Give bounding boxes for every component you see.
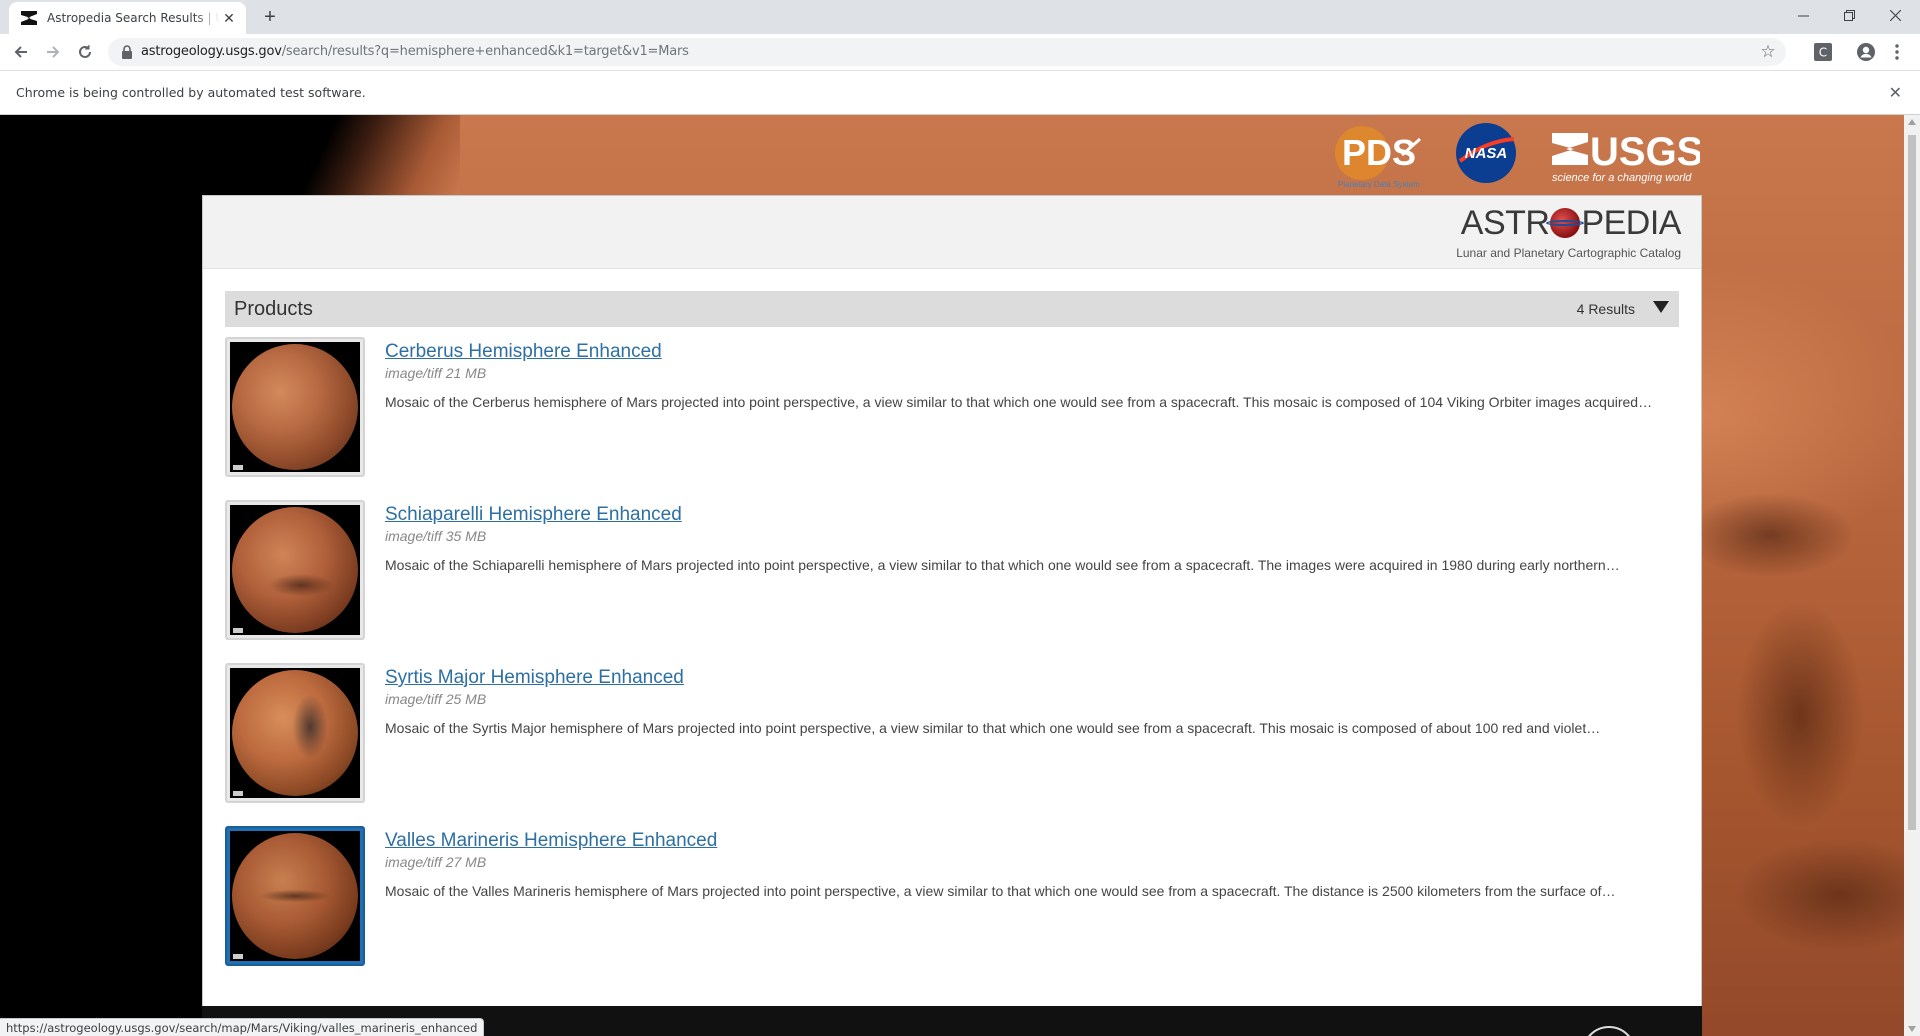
address-bar[interactable]: astrogeology.usgs.gov/search/results?q=h… bbox=[108, 38, 1786, 66]
back-button[interactable] bbox=[8, 39, 34, 65]
product-thumbnail[interactable] bbox=[225, 663, 365, 803]
bookmark-star-icon[interactable]: ☆ bbox=[1758, 42, 1778, 62]
scrollbar-thumb[interactable] bbox=[1908, 135, 1916, 830]
page-scrollbar[interactable] bbox=[1904, 115, 1920, 1036]
account-icon bbox=[1857, 43, 1875, 61]
browser-toolbar: astrogeology.usgs.gov/search/results?q=h… bbox=[0, 34, 1920, 70]
infobar-close-icon[interactable]: ✕ bbox=[1889, 83, 1902, 103]
product-title-link[interactable]: Syrtis Major Hemisphere Enhanced bbox=[385, 667, 684, 689]
tab-close-icon[interactable]: ✕ bbox=[220, 9, 238, 27]
product-thumbnail[interactable] bbox=[225, 337, 365, 477]
space-background bbox=[0, 115, 460, 195]
restore-button[interactable] bbox=[1826, 0, 1872, 30]
tab-title: Astropedia Search Results | USGS Astroge… bbox=[47, 11, 220, 25]
product-meta: image/tiff 27 MB bbox=[385, 854, 487, 870]
product-meta: image/tiff 25 MB bbox=[385, 691, 487, 707]
astropedia-header: ASTR PEDIA Lunar and Planetary Cartograph… bbox=[203, 196, 1701, 269]
svg-text:USGS: USGS bbox=[1590, 130, 1700, 174]
new-tab-button[interactable]: + bbox=[258, 5, 282, 29]
url-text: astrogeology.usgs.gov/search/results?q=h… bbox=[141, 44, 689, 59]
reload-button[interactable] bbox=[72, 39, 98, 65]
product-title-link[interactable]: Cerberus Hemisphere Enhanced bbox=[385, 341, 662, 363]
forward-button[interactable] bbox=[40, 39, 66, 65]
forward-arrow-icon bbox=[47, 46, 60, 58]
product-thumbnail-selected[interactable] bbox=[225, 826, 365, 966]
product-description: Mosaic of the Syrtis Major hemisphere of… bbox=[385, 720, 1601, 736]
menu-button[interactable] bbox=[1886, 41, 1908, 63]
list-item: Syrtis Major Hemisphere Enhanced image/t… bbox=[225, 663, 1679, 809]
svg-text:Planetary Data System: Planetary Data System bbox=[1338, 180, 1420, 189]
browser-tab[interactable]: Astropedia Search Results | USGS Astroge… bbox=[9, 2, 246, 34]
scroll-up-icon[interactable] bbox=[1908, 119, 1916, 125]
usgs-logo[interactable]: USGS science for a changing world bbox=[1548, 127, 1703, 187]
nasa-logo[interactable]: NASA bbox=[1456, 123, 1516, 183]
minimize-button[interactable] bbox=[1780, 0, 1826, 30]
list-item: Cerberus Hemisphere Enhanced image/tiff … bbox=[225, 337, 1679, 483]
lock-icon bbox=[122, 45, 132, 59]
close-window-button[interactable] bbox=[1872, 0, 1918, 30]
restore-icon bbox=[1843, 9, 1855, 21]
browser-tab-strip: Astropedia Search Results | USGS Astroge… bbox=[0, 0, 1920, 34]
close-icon bbox=[1889, 9, 1901, 21]
product-description: Mosaic of the Valles Marineris hemispher… bbox=[385, 883, 1616, 899]
pds-logo[interactable]: PDS Planetary Data System bbox=[1332, 125, 1424, 195]
product-description: Mosaic of the Cerberus hemisphere of Mar… bbox=[385, 394, 1653, 410]
list-item: Valles Marineris Hemisphere Enhanced ima… bbox=[225, 826, 1679, 972]
astropedia-logo[interactable]: ASTR PEDIA bbox=[1461, 204, 1682, 243]
reload-icon bbox=[79, 45, 91, 58]
results-panel: ASTR PEDIA Lunar and Planetary Cartograph… bbox=[202, 195, 1702, 1036]
products-header: Products 4 Results bbox=[225, 291, 1679, 327]
product-title-link[interactable]: Schiaparelli Hemisphere Enhanced bbox=[385, 504, 682, 526]
infobar-message: Chrome is being controlled by automated … bbox=[16, 85, 366, 100]
extension-c-icon: C bbox=[1814, 43, 1832, 61]
back-arrow-icon bbox=[14, 46, 27, 58]
svg-text:science for a changing world: science for a changing world bbox=[1552, 172, 1692, 184]
minimize-icon bbox=[1797, 15, 1809, 16]
usgs-favicon-icon bbox=[21, 10, 37, 26]
planet-o-icon bbox=[1546, 208, 1585, 238]
scroll-down-icon[interactable] bbox=[1908, 1026, 1916, 1032]
more-vert-icon bbox=[1895, 44, 1899, 60]
page-viewport: PDS Planetary Data System NASA USGS scie… bbox=[0, 115, 1904, 1036]
automation-infobar: Chrome is being controlled by automated … bbox=[0, 70, 1920, 115]
product-meta: image/tiff 21 MB bbox=[385, 365, 487, 381]
extension-button[interactable]: C bbox=[1812, 41, 1834, 63]
product-description: Mosaic of the Schiaparelli hemisphere of… bbox=[385, 557, 1620, 573]
products-title: Products bbox=[234, 298, 313, 320]
svg-text:C: C bbox=[1819, 46, 1827, 60]
link-status-bubble: https://astrogeology.usgs.gov/search/map… bbox=[0, 1018, 485, 1036]
results-count: 4 Results bbox=[1576, 301, 1635, 317]
astropedia-subtitle: Lunar and Planetary Cartographic Catalog bbox=[1456, 246, 1681, 260]
product-meta: image/tiff 35 MB bbox=[385, 528, 487, 544]
product-title-link[interactable]: Valles Marineris Hemisphere Enhanced bbox=[385, 830, 717, 852]
list-item: Schiaparelli Hemisphere Enhanced image/t… bbox=[225, 500, 1679, 646]
profile-button[interactable] bbox=[1855, 41, 1877, 63]
product-thumbnail[interactable] bbox=[225, 500, 365, 640]
collapse-triangle-icon[interactable] bbox=[1653, 301, 1669, 313]
svg-text:NASA: NASA bbox=[1465, 145, 1508, 162]
